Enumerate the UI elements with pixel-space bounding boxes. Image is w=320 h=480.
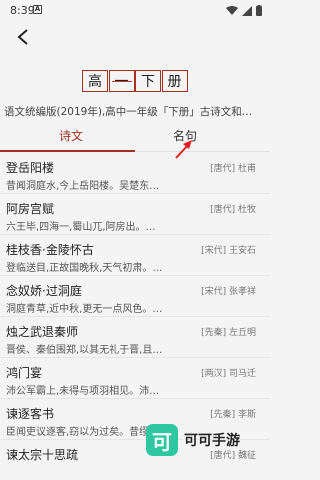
wifi-icon	[226, 5, 238, 15]
item-title: 谏太宗十思疏	[6, 448, 79, 462]
book-title-char: 册	[161, 70, 188, 92]
item-excerpt: 登临送目,正故国晚秋,天气初肃。…	[6, 263, 163, 274]
item-excerpt: 沛公军霸上,未得与项羽相见。沛…	[6, 386, 160, 397]
item-author: [宋代] 王安石	[201, 246, 256, 256]
item-excerpt: 昔闻洞庭水,今上岳阳楼。吴楚东…	[6, 181, 160, 192]
list-item[interactable]: 阿房宫赋 [唐代] 杜牧 六王毕,四海一,蜀山兀,阿房出。…	[0, 194, 270, 235]
watermark-logo: 可	[146, 424, 178, 456]
book-title-char: 一	[108, 70, 135, 92]
status-icons	[226, 5, 262, 16]
item-author: [宋代] 张孝祥	[201, 287, 256, 297]
item-author: [唐代] 杜甫	[210, 164, 256, 174]
item-title: 谏逐客书	[6, 407, 55, 421]
item-title: 登岳阳楼	[6, 161, 55, 175]
tab-poems[interactable]: 诗文	[59, 127, 83, 144]
item-title: 念奴娇·过洞庭	[6, 284, 82, 298]
active-tab-indicator	[0, 150, 135, 152]
list-item[interactable]: 鸿门宴 [两汉] 司马迁 沛公军霸上,未得与项羽相见。沛…	[0, 358, 270, 399]
item-author: [唐代] 杜牧	[210, 205, 256, 215]
signal-icon	[242, 5, 252, 16]
item-title: 烛之武退秦师	[6, 325, 79, 339]
item-title: 阿房宫赋	[6, 202, 55, 216]
tab-bar: 诗文 名句	[0, 122, 270, 152]
list-item[interactable]: 登岳阳楼 [唐代] 杜甫 昔闻洞庭水,今上岳阳楼。吴楚东…	[0, 153, 270, 194]
item-excerpt: 洞庭青草,近中秋,更无一点风色。…	[6, 304, 163, 315]
item-author: [先秦] 左丘明	[201, 328, 256, 338]
watermark-text: 可可手游	[184, 433, 240, 449]
item-excerpt: 六王毕,四海一,蜀山兀,阿房出。…	[6, 222, 156, 233]
book-title-char: 高	[82, 70, 108, 92]
item-title: 桂枝香·金陵怀古	[6, 243, 94, 257]
item-excerpt: 晋侯、秦伯围郑,以其无礼于晋,且…	[6, 345, 163, 356]
watermark: 可 可可手游	[146, 424, 240, 456]
item-title: 鸿门宴	[6, 366, 43, 380]
status-bar: 8:39 A	[0, 0, 270, 20]
status-time: 8:39	[10, 4, 35, 17]
list-item[interactable]: 烛之武退秦师 [先秦] 左丘明 晋侯、秦伯围郑,以其无礼于晋,且…	[0, 317, 270, 358]
back-arrow-icon	[17, 29, 28, 45]
battery-icon	[256, 5, 262, 16]
list-item[interactable]: 念奴娇·过洞庭 [宋代] 张孝祥 洞庭青草,近中秋,更无一点风色。…	[0, 276, 270, 317]
item-author: [先秦] 李斯	[210, 410, 256, 420]
book-title-char: 下	[135, 70, 161, 92]
notification-icon: A	[33, 5, 42, 14]
book-title: 高 一 下 册	[82, 70, 188, 92]
back-button[interactable]	[12, 26, 34, 48]
item-author: [两汉] 司马迁	[201, 369, 256, 379]
book-subtitle: 语文统编版(2019年),高中一年级「下册」古诗文和…	[4, 106, 253, 118]
list-item[interactable]: 桂枝香·金陵怀古 [宋代] 王安石 登临送目,正故国晚秋,天气初肃。…	[0, 235, 270, 276]
